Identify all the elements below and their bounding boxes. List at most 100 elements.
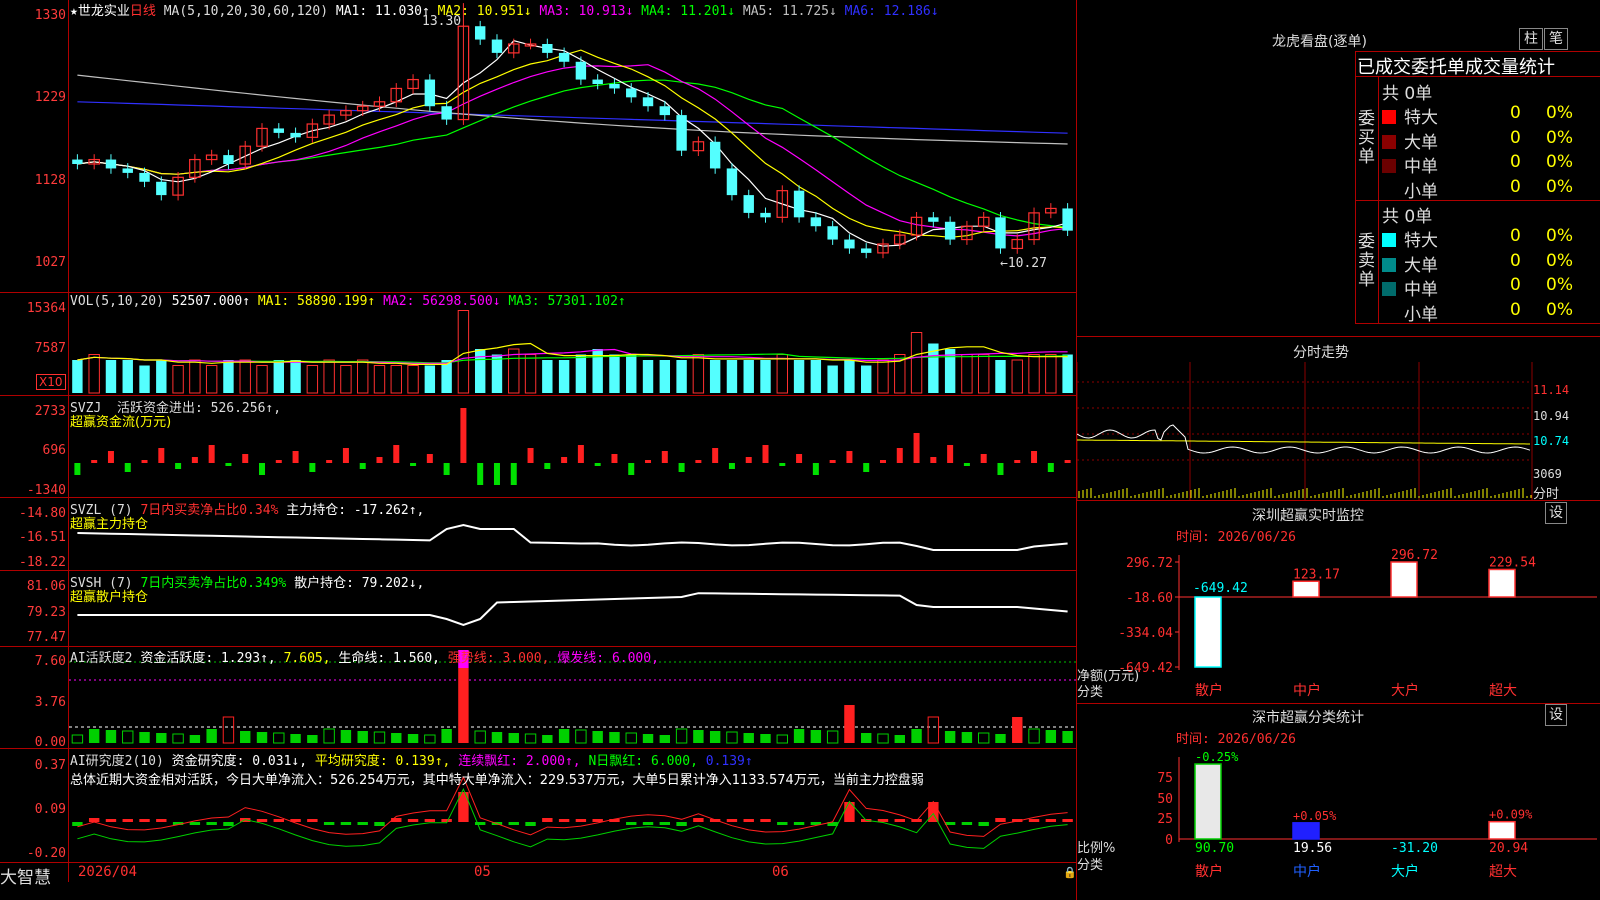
sz-class-settings-button[interactable]: 设	[1545, 704, 1567, 726]
period-label[interactable]: 日线	[130, 4, 156, 19]
ai2-bar	[978, 822, 989, 826]
volume-bar	[558, 360, 570, 393]
ai1-bar	[743, 733, 754, 743]
svzl-subtitle: 超赢主力持仓	[70, 517, 149, 532]
bar-mode-button[interactable]: 柱	[1519, 28, 1543, 50]
ai2-red-streak: 连续飘红: 2.000↑,	[458, 754, 581, 769]
svsh-ratio: 7日内买卖净占比0.349%	[140, 576, 287, 591]
ai1-bar	[693, 730, 704, 743]
ai1-bar	[995, 734, 1006, 743]
ai1-bar	[793, 729, 805, 743]
section-rule	[1077, 703, 1600, 704]
ai2-bar	[323, 822, 335, 825]
ai1-bar	[458, 668, 469, 743]
candle	[642, 97, 654, 107]
volume-bar	[910, 332, 923, 394]
ai1-title: AI活跃度2	[70, 651, 133, 666]
sz-monitor-category: 超大	[1489, 683, 1517, 699]
brand-logo[interactable]: 大智慧	[0, 863, 51, 888]
svzj-bar	[309, 463, 316, 472]
svzj-bar	[1064, 460, 1071, 463]
color-swatch	[1382, 282, 1396, 296]
volume-bar	[524, 354, 537, 394]
order-percent: 0%	[1546, 176, 1573, 197]
svzj-bar	[863, 463, 870, 472]
svzj-bar	[460, 408, 467, 463]
candle	[827, 226, 838, 240]
star-icon[interactable]: ★	[70, 4, 78, 19]
order-count: 0	[1510, 226, 1521, 246]
ma1-line	[77, 40, 1068, 247]
ai2-bar	[575, 819, 587, 822]
order-count: 0	[1510, 127, 1521, 148]
vol-unit-badge[interactable]: X10	[36, 374, 66, 390]
buy-orders-label: 委买单	[1358, 109, 1375, 167]
ai2-bar	[273, 819, 284, 822]
ai1-bar	[491, 732, 503, 743]
volume-bar	[760, 360, 771, 393]
sz-class-chart[interactable]: 75 50 25 0 比例% 分类 -0.25% 90.70 散户 +0.05% 19.56 中户 -3…	[1077, 742, 1600, 900]
ai1-bar	[826, 730, 839, 744]
sz-class-value-label: 90.70	[1195, 841, 1234, 856]
svzl-y-tick: -16.51	[19, 530, 66, 545]
tick-mode-button[interactable]: 笔	[1544, 28, 1568, 50]
vol-ma-value-1: MA1: 58890.199↑	[257, 294, 384, 309]
sz-monitor-chart[interactable]: 296.72-18.60-334.04-649.42净额(万元)分类-649.4…	[1077, 540, 1600, 700]
ai1-bar	[877, 733, 889, 744]
candle	[861, 248, 872, 253]
ma2-line	[77, 49, 1068, 238]
lhb-rule	[1355, 51, 1356, 323]
sz-class-category: 散户	[1195, 863, 1223, 880]
ai2-bar	[642, 822, 654, 825]
date-tick: 05	[474, 864, 491, 880]
ai2-bar	[592, 819, 603, 822]
candle	[793, 190, 805, 218]
svzj-bar	[628, 463, 635, 475]
candle	[944, 221, 956, 240]
ai1-bar	[558, 729, 570, 743]
ai2-green-line	[77, 787, 1068, 849]
svzj-y-tick: 2733	[34, 404, 66, 419]
svzj-bar	[879, 460, 886, 463]
svzl-ratio: 7日内买卖净占比0.34%	[140, 503, 279, 518]
svzj-bar	[124, 463, 131, 472]
candle	[105, 159, 117, 169]
svzj-bar	[1031, 451, 1038, 463]
volume-bar	[407, 365, 419, 394]
order-percent: 0%	[1546, 226, 1573, 246]
ai2-y-tick: 0.37	[34, 758, 66, 773]
sz-class-category: 超大	[1489, 864, 1517, 880]
svzj-bar	[393, 445, 400, 463]
section-rule	[1077, 336, 1600, 337]
svzj-bar	[930, 457, 937, 463]
lock-icon[interactable]: 🔒	[1063, 866, 1077, 879]
ai1-bar	[609, 732, 620, 743]
candle	[474, 26, 486, 40]
ai2-bar	[424, 819, 436, 822]
ai2-bar	[189, 822, 201, 825]
candlestick-chart[interactable]	[69, 0, 1076, 292]
ai1-bar	[1045, 730, 1057, 743]
volume-bar	[609, 354, 620, 393]
intraday-chart[interactable]	[1077, 362, 1600, 500]
sz-class-bar	[1292, 822, 1320, 840]
svzj-bar	[426, 454, 433, 463]
ai2-bar	[206, 822, 217, 825]
svzj-bar	[91, 460, 98, 463]
order-class-label: 中单	[1404, 280, 1438, 300]
vol-ma-value-2: MA2: 56298.500↓	[383, 294, 509, 309]
order-percent: 0%	[1546, 103, 1573, 123]
main-y-tick: 1330	[34, 8, 66, 23]
sz-class-y-tick: 50	[1157, 792, 1173, 807]
svzj-bar	[745, 457, 752, 463]
ai1-bar	[88, 729, 100, 743]
candle	[290, 132, 301, 138]
volume-bar	[457, 310, 470, 394]
candle	[542, 44, 553, 53]
volume-bar	[156, 360, 167, 393]
volume-bar	[424, 365, 436, 393]
sz-monitor-settings-button[interactable]: 设	[1545, 502, 1567, 524]
candle	[273, 128, 284, 133]
svzj-bar	[342, 448, 349, 463]
order-row: 大单 0 0%	[1382, 128, 1600, 153]
